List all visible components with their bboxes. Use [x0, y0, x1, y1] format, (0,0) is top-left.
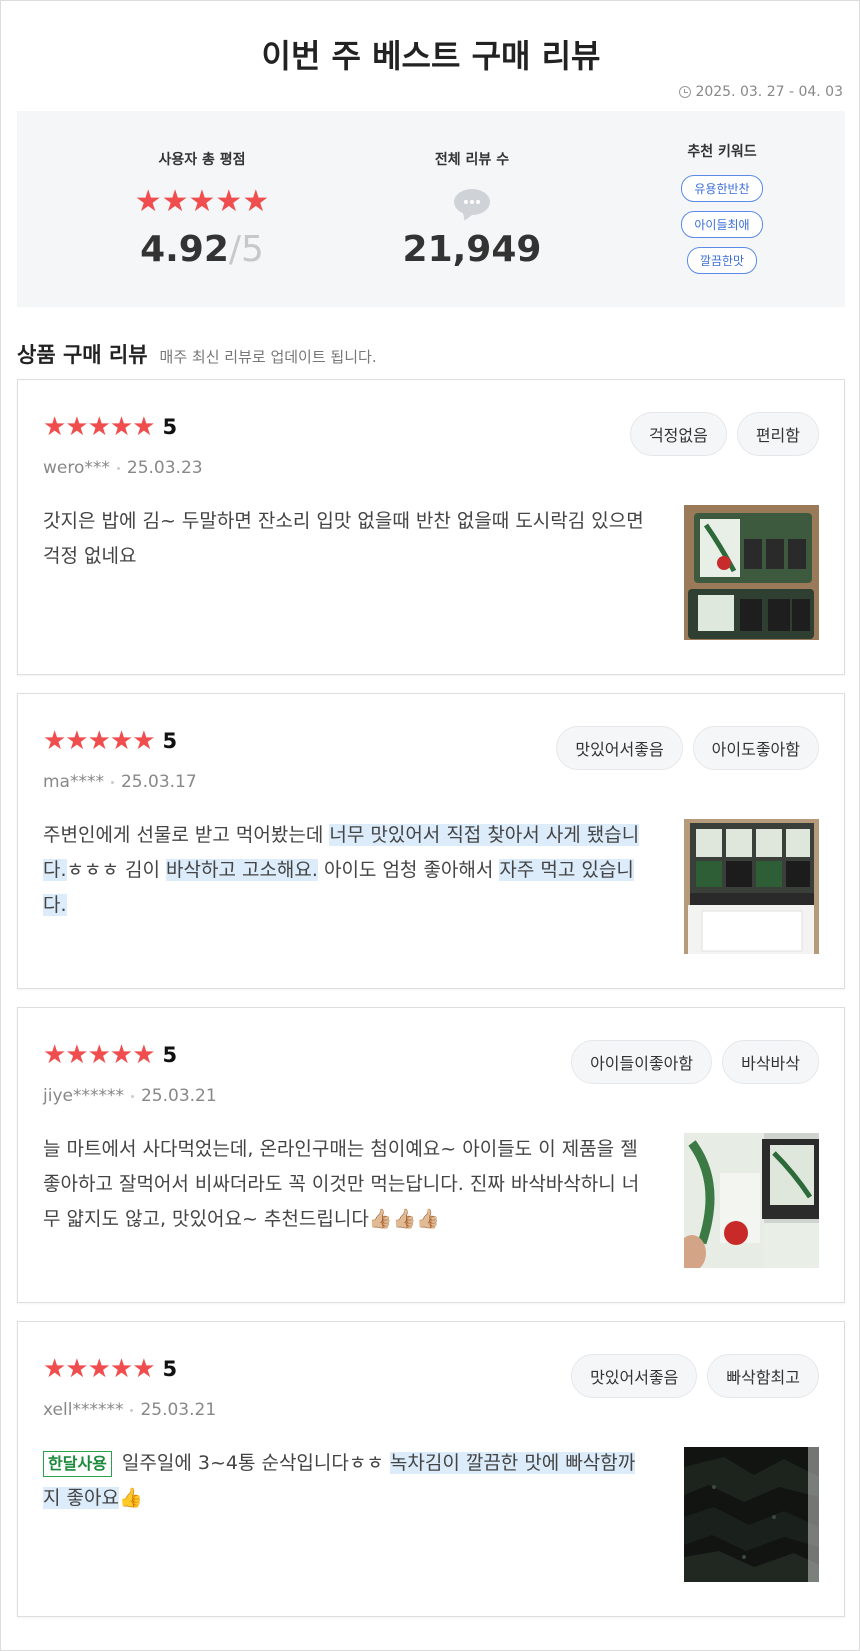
review-tags: 걱정없음 편리함 — [629, 412, 819, 456]
review-rating: ★★★★★ 5 — [43, 728, 177, 754]
rating-stars-icon: ★★★★★ — [134, 184, 270, 219]
reviewer-name: ma**** — [43, 772, 104, 792]
review-photo[interactable] — [684, 1447, 819, 1582]
review-tag[interactable]: 편리함 — [736, 412, 819, 456]
keyword-chip[interactable]: 아이들최애 — [681, 211, 763, 238]
keywords-label: 추천 키워드 — [687, 144, 757, 160]
thumbs-up-icon: 👍 — [118, 1487, 143, 1509]
keyword-list: 유용한반찬 아이들최애 깔끔한맛 — [637, 175, 807, 274]
review-text: 한달사용 일주일에 3~4통 순삭입니다ㅎㅎ 녹차김이 깔끔한 맛에 빠삭함까지 … — [43, 1446, 648, 1516]
review-text-segment: 갓지은 밥에 김~ 두말하면 잔소리 입맛 없을때 반찬 없을때 도시락김 있으… — [43, 510, 644, 567]
date-range-text: 2025. 03. 27 - 04. 03 — [695, 84, 843, 100]
review-tag[interactable]: 빠삭함최고 — [707, 1354, 819, 1398]
star-rating-icon: ★★★★★ — [43, 726, 156, 756]
review-score: 5 — [162, 729, 178, 753]
review-card: ★★★★★ 5 jiye****** 25.03.21 아이들이좋아함 바삭바삭… — [17, 1007, 845, 1303]
review-rating: ★★★★★ 5 — [43, 414, 177, 440]
review-card: ★★★★★ 5 ma**** 25.03.17 맛있어서좋음 아이도좋아함 주변… — [17, 693, 845, 989]
review-count-label: 전체 리뷰 수 — [434, 152, 510, 168]
review-tags: 맛있어서좋음 아이도좋아함 — [556, 726, 819, 770]
review-text-segment: 아이도 엄청 좋아해서 — [317, 859, 500, 881]
review-text: 늘 마트에서 사다먹었는데, 온라인구매는 첨이예요~ 아이들도 이 제품을 젤… — [43, 1132, 648, 1237]
separator-dot — [116, 466, 120, 470]
star-rating-icon: ★★★★★ — [43, 1040, 156, 1070]
rating-value: 4.92/5 — [102, 229, 302, 270]
section-subtitle: 매주 최신 리뷰로 업데이트 됩니다. — [159, 348, 377, 366]
separator-dot — [130, 1094, 134, 1098]
usage-period-badge: 한달사용 — [43, 1451, 112, 1477]
review-count-summary: 전체 리뷰 수 21,949 — [372, 149, 572, 270]
review-meta: jiye****** 25.03.21 — [43, 1086, 217, 1106]
review-tag[interactable]: 맛있어서좋음 — [571, 1354, 698, 1398]
review-summary-panel: 사용자 총 평점 ★★★★★ 4.92/5 전체 리뷰 수 21,949 추천 … — [17, 111, 845, 307]
review-meta: xell****** 25.03.21 — [43, 1400, 216, 1420]
review-rating: ★★★★★ 5 — [43, 1356, 177, 1382]
review-card: ★★★★★ 5 xell****** 25.03.21 맛있어서좋음 빠삭함최고… — [17, 1321, 845, 1617]
review-card: ★★★★★ 5 wero*** 25.03.23 걱정없음 편리함 갓지은 밥에… — [17, 379, 845, 675]
review-text: 갓지은 밥에 김~ 두말하면 잔소리 입맛 없을때 반찬 없을때 도시락김 있으… — [43, 504, 648, 574]
rating-score: 4.92 — [140, 229, 229, 270]
keyword-chip[interactable]: 유용한반찬 — [681, 175, 763, 202]
separator-dot — [130, 1408, 134, 1412]
review-photo[interactable] — [684, 505, 819, 640]
review-score: 5 — [162, 1043, 178, 1067]
review-highlight: 바삭하고 고소해요. — [166, 859, 318, 881]
review-tag[interactable]: 바삭바삭 — [722, 1040, 819, 1084]
review-date: 25.03.21 — [140, 1400, 217, 1420]
reviewer-name: jiye****** — [43, 1086, 124, 1106]
review-text-segment: 늘 마트에서 사다먹었는데, 온라인구매는 첨이예요~ 아이들도 이 제품을 젤… — [43, 1138, 640, 1230]
review-text-segment: ㅎㅎㅎ 김이 — [66, 859, 167, 881]
best-reviews-page: 이번 주 베스트 구매 리뷰 2025. 03. 27 - 04. 03 사용자… — [0, 0, 860, 1651]
separator-dot — [110, 780, 114, 784]
review-meta: wero*** 25.03.23 — [43, 458, 203, 478]
review-count-value: 21,949 — [402, 229, 542, 270]
clock-icon — [679, 86, 692, 98]
review-text-segment: 일주일에 3~4통 순삭입니다ㅎㅎ — [121, 1452, 390, 1474]
reviewer-name: xell****** — [43, 1400, 124, 1420]
review-photo[interactable] — [684, 819, 819, 954]
review-photo[interactable] — [684, 1133, 819, 1268]
review-tag[interactable]: 아이들이좋아함 — [571, 1040, 713, 1084]
review-tags: 아이들이좋아함 바삭바삭 — [571, 1040, 819, 1084]
section-title: 상품 구매 리뷰 — [17, 343, 148, 367]
review-tag[interactable]: 아이도좋아함 — [692, 726, 819, 770]
star-rating-icon: ★★★★★ — [43, 1354, 156, 1384]
rating-max: /5 — [228, 229, 264, 270]
review-score: 5 — [162, 1357, 178, 1381]
review-score: 5 — [162, 415, 178, 439]
chat-bubble-icon — [454, 189, 490, 215]
review-rating: ★★★★★ 5 — [43, 1042, 177, 1068]
recommended-keywords: 추천 키워드 유용한반찬 아이들최애 깔끔한맛 — [637, 141, 807, 274]
review-text: 주변인에게 선물로 받고 먹어봤는데 너무 맛있어서 직접 찾아서 사게 됐습니… — [43, 818, 648, 923]
review-meta: ma**** 25.03.17 — [43, 772, 197, 792]
page-title: 이번 주 베스트 구매 리뷰 — [261, 37, 601, 75]
rating-label: 사용자 총 평점 — [158, 152, 246, 168]
review-date: 25.03.17 — [120, 772, 197, 792]
review-tags: 맛있어서좋음 빠삭함최고 — [571, 1354, 819, 1398]
review-date: 25.03.21 — [140, 1086, 217, 1106]
keyword-chip[interactable]: 깔끔한맛 — [686, 247, 758, 274]
review-date: 25.03.23 — [126, 458, 203, 478]
review-text-segment: 주변인에게 선물로 받고 먹어봤는데 — [43, 824, 330, 846]
rating-summary: 사용자 총 평점 ★★★★★ 4.92/5 — [102, 149, 302, 270]
section-header: 상품 구매 리뷰 매주 최신 리뷰로 업데이트 됩니다. — [17, 339, 377, 369]
star-rating-icon: ★★★★★ — [43, 412, 156, 442]
date-range: 2025. 03. 27 - 04. 03 — [679, 84, 843, 100]
review-tag[interactable]: 걱정없음 — [629, 412, 727, 456]
review-tag[interactable]: 맛있어서좋음 — [556, 726, 683, 770]
reviewer-name: wero*** — [43, 458, 110, 478]
